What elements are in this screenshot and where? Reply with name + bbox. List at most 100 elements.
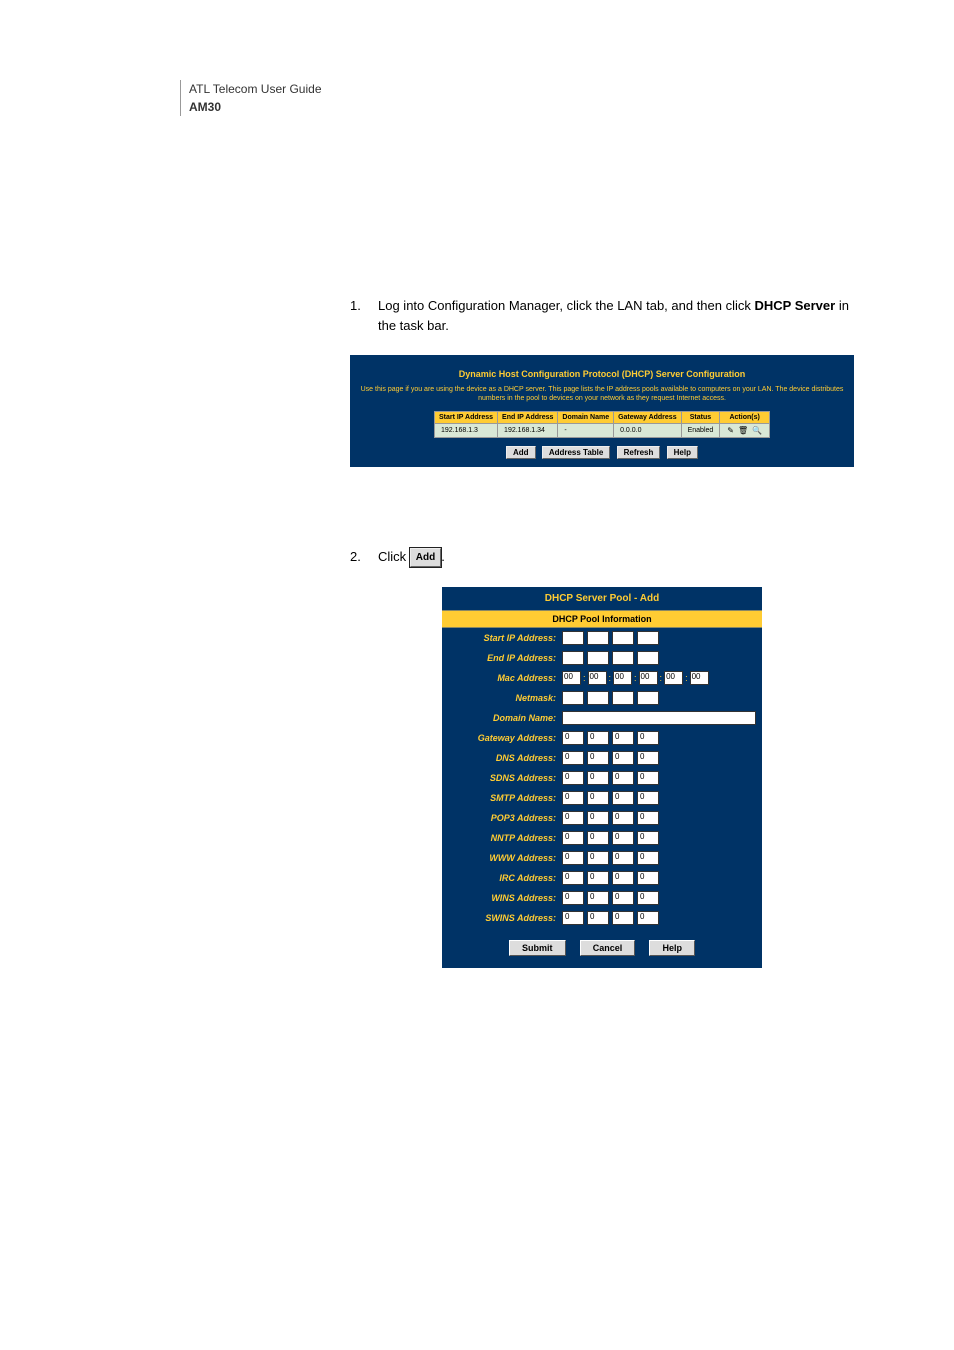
www-oct3[interactable]: 0 (612, 851, 634, 865)
pop3-oct1[interactable]: 0 (562, 811, 584, 825)
address-table-button[interactable]: Address Table (542, 446, 611, 459)
view-icon[interactable]: 🔍 (752, 426, 762, 435)
edit-icon[interactable]: ✎ (727, 426, 734, 435)
delete-icon[interactable]: 🗑 (738, 426, 748, 435)
refresh-button[interactable]: Refresh (617, 446, 661, 459)
colon-icon: : (583, 673, 586, 683)
smtp-oct2[interactable]: 0 (587, 791, 609, 805)
nntp-oct3[interactable]: 0 (612, 831, 634, 845)
step-1-bold: DHCP Server (755, 298, 836, 313)
www-oct4[interactable]: 0 (637, 851, 659, 865)
smtp-oct4[interactable]: 0 (637, 791, 659, 805)
label-pop3: POP3 Address: (448, 813, 562, 823)
row-end-ip: End IP Address: (442, 648, 762, 668)
gateway-oct4[interactable]: 0 (637, 731, 659, 745)
end-ip-oct1[interactable] (562, 651, 584, 665)
add-button[interactable]: Add (506, 446, 536, 459)
row-netmask: Netmask: (442, 688, 762, 708)
irc-oct3[interactable]: 0 (612, 871, 634, 885)
pop3-oct2[interactable]: 0 (587, 811, 609, 825)
domain-input[interactable] (562, 711, 756, 725)
label-www: WWW Address: (448, 853, 562, 863)
dns-oct2[interactable]: 0 (587, 751, 609, 765)
pop3-oct3[interactable]: 0 (612, 811, 634, 825)
mac-3[interactable]: 00 (613, 671, 632, 685)
dns-oct1[interactable]: 0 (562, 751, 584, 765)
swins-oct2[interactable]: 0 (587, 911, 609, 925)
start-ip-oct2[interactable] (587, 631, 609, 645)
sdns-oct3[interactable]: 0 (612, 771, 634, 785)
gateway-oct2[interactable]: 0 (587, 731, 609, 745)
label-gateway: Gateway Address: (448, 733, 562, 743)
label-swins: SWINS Address: (448, 913, 562, 923)
netmask-oct2[interactable] (587, 691, 609, 705)
irc-oct1[interactable]: 0 (562, 871, 584, 885)
panel1-title: Dynamic Host Configuration Protocol (DHC… (350, 355, 854, 385)
panel1-desc: Use this page if you are using the devic… (350, 385, 854, 411)
www-oct2[interactable]: 0 (587, 851, 609, 865)
help-button-2[interactable]: Help (649, 940, 695, 956)
cancel-button[interactable]: Cancel (580, 940, 636, 956)
label-smtp: SMTP Address: (448, 793, 562, 803)
wins-oct2[interactable]: 0 (587, 891, 609, 905)
dns-oct3[interactable]: 0 (612, 751, 634, 765)
www-oct1[interactable]: 0 (562, 851, 584, 865)
start-ip-oct4[interactable] (637, 631, 659, 645)
start-ip-oct1[interactable] (562, 631, 584, 645)
mac-2[interactable]: 00 (588, 671, 607, 685)
colon-icon: : (634, 673, 637, 683)
gateway-oct1[interactable]: 0 (562, 731, 584, 745)
dns-oct4[interactable]: 0 (637, 751, 659, 765)
swins-oct1[interactable]: 0 (562, 911, 584, 925)
col-end-ip: End IP Address (498, 412, 558, 424)
swins-oct3[interactable]: 0 (612, 911, 634, 925)
irc-oct2[interactable]: 0 (587, 871, 609, 885)
colon-icon: : (609, 673, 612, 683)
nntp-oct1[interactable]: 0 (562, 831, 584, 845)
cell-status: Enabled (681, 424, 720, 438)
smtp-oct3[interactable]: 0 (612, 791, 634, 805)
help-button[interactable]: Help (667, 446, 698, 459)
mac-4[interactable]: 00 (639, 671, 658, 685)
pop3-oct4[interactable]: 0 (637, 811, 659, 825)
step-2-text: Click Add. (378, 547, 854, 567)
swins-oct4[interactable]: 0 (637, 911, 659, 925)
step-1-number: 1. (350, 296, 378, 335)
row-nntp: NNTP Address: 0 0 0 0 (442, 828, 762, 848)
end-ip-oct3[interactable] (612, 651, 634, 665)
step-2-pre: Click (378, 549, 410, 564)
nntp-oct2[interactable]: 0 (587, 831, 609, 845)
col-status: Status (681, 412, 720, 424)
end-ip-oct4[interactable] (637, 651, 659, 665)
netmask-oct3[interactable] (612, 691, 634, 705)
start-ip-oct3[interactable] (612, 631, 634, 645)
netmask-oct4[interactable] (637, 691, 659, 705)
mac-5[interactable]: 00 (664, 671, 683, 685)
wins-oct3[interactable]: 0 (612, 891, 634, 905)
netmask-oct1[interactable] (562, 691, 584, 705)
label-domain: Domain Name: (448, 713, 562, 723)
step-1-text: Log into Configuration Manager, click th… (378, 296, 854, 335)
sdns-oct1[interactable]: 0 (562, 771, 584, 785)
end-ip-oct2[interactable] (587, 651, 609, 665)
col-domain: Domain Name (558, 412, 614, 424)
irc-oct4[interactable]: 0 (637, 871, 659, 885)
mac-1[interactable]: 00 (562, 671, 581, 685)
submit-button[interactable]: Submit (509, 940, 566, 956)
gateway-oct3[interactable]: 0 (612, 731, 634, 745)
sdns-oct4[interactable]: 0 (637, 771, 659, 785)
label-wins: WINS Address: (448, 893, 562, 903)
row-start-ip: Start IP Address: (442, 628, 762, 648)
sdns-oct2[interactable]: 0 (587, 771, 609, 785)
wins-oct1[interactable]: 0 (562, 891, 584, 905)
mac-6[interactable]: 00 (690, 671, 709, 685)
col-gateway: Gateway Address (614, 412, 682, 424)
step-2: 2. Click Add. (350, 547, 854, 567)
label-sdns: SDNS Address: (448, 773, 562, 783)
cell-gateway: 0.0.0.0 (614, 424, 682, 438)
wins-oct4[interactable]: 0 (637, 891, 659, 905)
table-row: 192.168.1.3 192.168.1.34 - 0.0.0.0 Enabl… (434, 424, 769, 438)
label-netmask: Netmask: (448, 693, 562, 703)
nntp-oct4[interactable]: 0 (637, 831, 659, 845)
smtp-oct1[interactable]: 0 (562, 791, 584, 805)
